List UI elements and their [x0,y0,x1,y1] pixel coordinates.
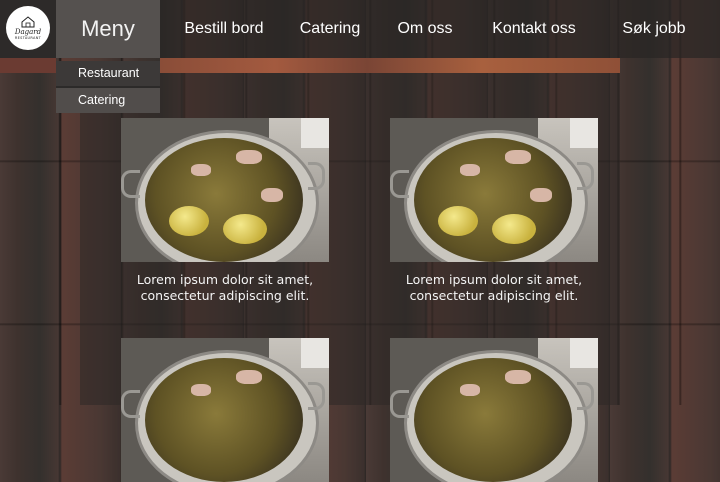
decor-strip [160,58,620,73]
dish-photo [121,338,329,482]
dish-photo [390,118,598,262]
nav-item-catering[interactable]: Catering [290,0,370,58]
dish-card[interactable] [121,338,329,482]
dish-caption: Lorem ipsum dolor sit amet, consectetur … [121,272,329,304]
dish-card[interactable]: Lorem ipsum dolor sit amet, consectetur … [390,118,598,304]
dish-caption-line-2: consectetur adipiscing elit. [140,288,310,303]
decor-strip-left [0,58,56,73]
dish-caption-line-2: consectetur adipiscing elit. [409,288,579,303]
nav-item-bestill-bord[interactable]: Bestill bord [172,0,276,58]
dropdown-item-restaurant[interactable]: Restaurant [56,61,160,86]
dish-caption-line-1: Lorem ipsum dolor sit amet, [405,272,583,287]
restaurant-logo[interactable]: Dagard RESTAURANT [6,6,50,50]
nav-item-menu[interactable]: Meny [56,0,160,58]
logo-sub-text: RESTAURANT [14,36,42,40]
menu-dropdown: Restaurant Catering [56,61,160,113]
dish-card[interactable] [390,338,598,482]
nav-item-sok-jobb[interactable]: Søk jobb [612,0,696,58]
logo-area: Dagard RESTAURANT [0,0,56,58]
nav-item-kontakt-oss[interactable]: Kontakt oss [482,0,586,58]
dish-card[interactable]: Lorem ipsum dolor sit amet, consectetur … [121,118,329,304]
nav-item-om-oss[interactable]: Om oss [387,0,463,58]
house-icon [21,16,35,28]
dropdown-item-catering[interactable]: Catering [56,86,160,113]
dish-caption-line-1: Lorem ipsum dolor sit amet, [136,272,314,287]
dish-photo [390,338,598,482]
dish-caption: Lorem ipsum dolor sit amet, consectetur … [390,272,598,304]
logo-brand-text: Dagard [14,28,42,36]
dish-photo [121,118,329,262]
